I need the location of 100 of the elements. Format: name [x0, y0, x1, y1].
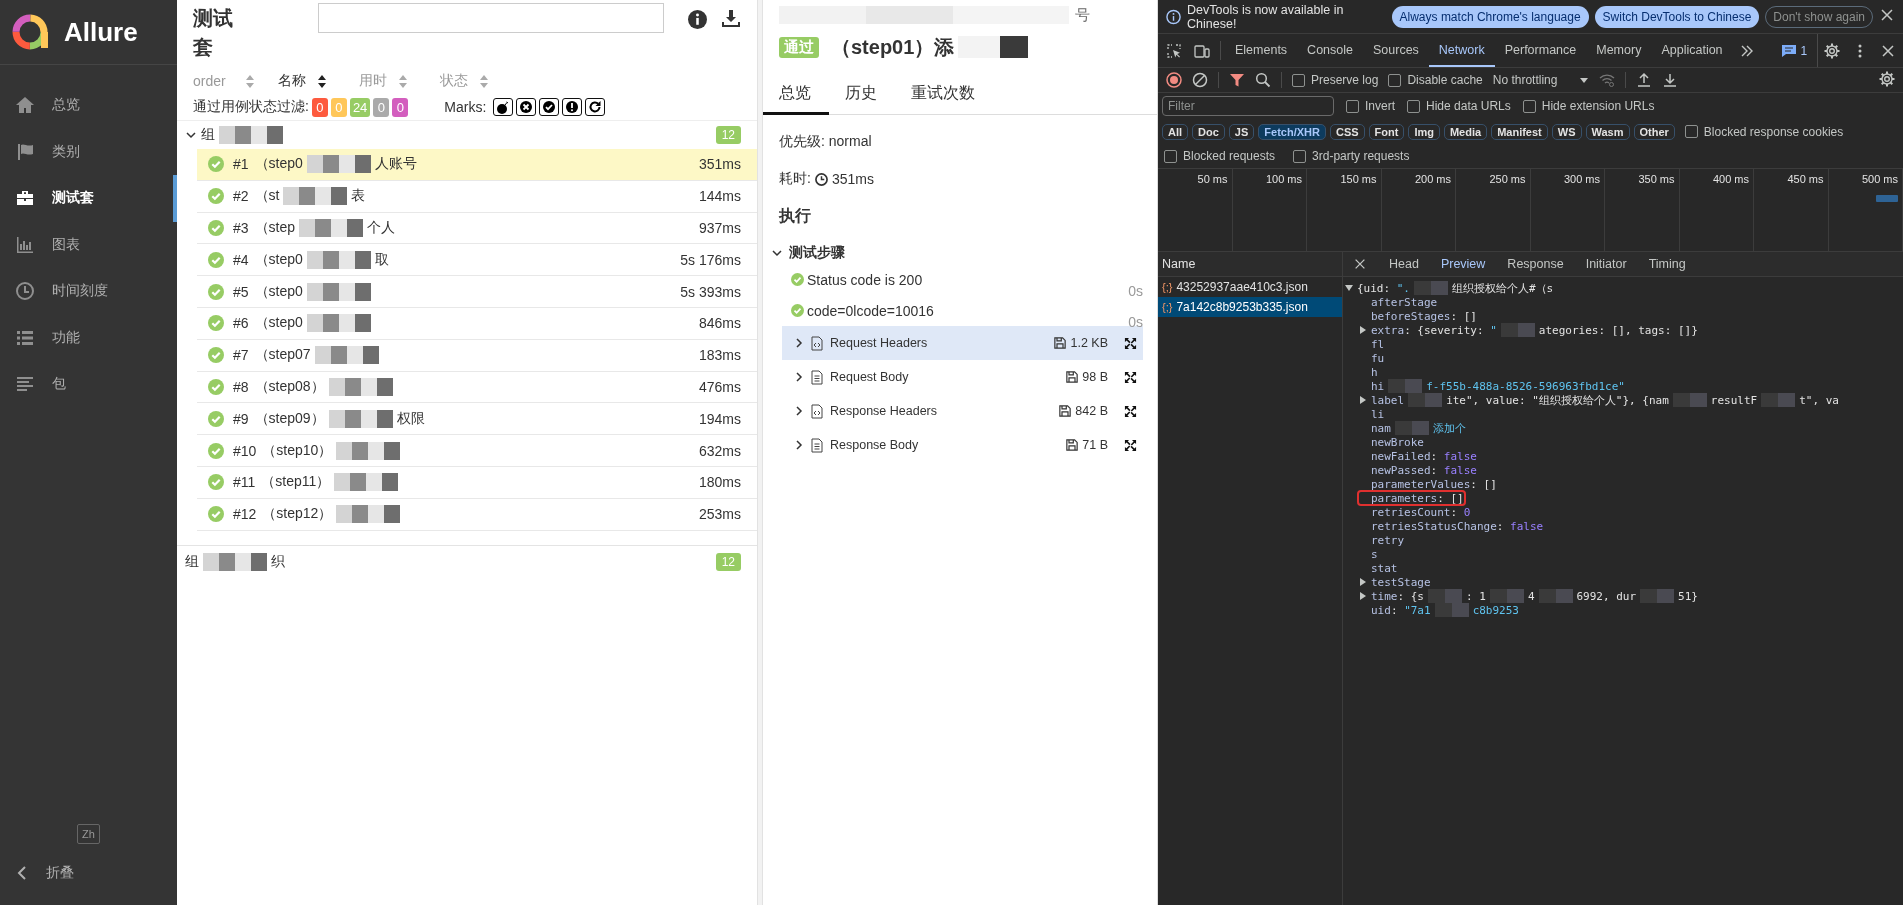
checkbox-option[interactable]: Disable cache: [1388, 73, 1483, 87]
settings-icon[interactable]: [1824, 42, 1841, 59]
request-row[interactable]: {;} 7a142c8b9253b335.json: [1158, 297, 1342, 317]
checkbox-option[interactable]: Hide data URLs: [1407, 99, 1511, 113]
devtools-tab[interactable]: Console: [1297, 34, 1363, 67]
clear-icon[interactable]: [1192, 72, 1208, 88]
type-filter-chip[interactable]: Fetch/XHR: [1258, 123, 1326, 140]
sort-icon[interactable]: [318, 74, 326, 88]
type-filter-chip[interactable]: Media: [1443, 123, 1488, 140]
nav-item[interactable]: 图表: [0, 221, 177, 268]
checkbox-option[interactable]: Preserve log: [1292, 73, 1379, 87]
download-icon[interactable]: [721, 10, 741, 28]
info-icon[interactable]: [688, 10, 707, 29]
attachment-row[interactable]: Response Body 71 B: [782, 428, 1143, 462]
detail-tab[interactable]: Initiator: [1585, 257, 1627, 271]
expanded-triangle-icon[interactable]: [1345, 284, 1353, 292]
mark-filter-button[interactable]: [516, 98, 537, 116]
suite-group-row[interactable]: 组 织 12: [177, 544, 757, 578]
checkbox-option[interactable]: Hide extension URLs: [1522, 99, 1655, 113]
tab[interactable]: 历史: [829, 74, 895, 115]
type-filter-chip[interactable]: Other: [1633, 123, 1675, 140]
nav-item[interactable]: 测试套: [0, 175, 177, 222]
test-row[interactable]: #6 （step0 846ms: [197, 308, 757, 340]
banner-button[interactable]: Always match Chrome's language: [1391, 5, 1589, 28]
throttling-dropdown[interactable]: No throttling: [1492, 73, 1590, 87]
type-filter-chip[interactable]: WS: [1551, 123, 1582, 140]
mark-filter-button[interactable]: [539, 98, 560, 116]
attachment-row[interactable]: Request Body 98 B: [782, 360, 1143, 394]
type-filter-chip[interactable]: Img: [1408, 123, 1440, 140]
detail-tab[interactable]: Preview: [1440, 257, 1486, 271]
devtools-tab[interactable]: Sources: [1363, 34, 1429, 67]
type-filter-chip[interactable]: Doc: [1192, 123, 1225, 140]
filter-field[interactable]: Filter: [1162, 96, 1334, 116]
test-row[interactable]: #9 （step09） 权限 194ms: [197, 403, 757, 436]
detail-tab[interactable]: Response: [1507, 257, 1564, 271]
network-conditions-icon[interactable]: [1599, 72, 1616, 88]
devtools-tab[interactable]: Performance: [1494, 34, 1587, 67]
collapse-button[interactable]: 折叠: [0, 855, 177, 891]
detail-tab[interactable]: Timing: [1648, 257, 1686, 271]
request-row[interactable]: {;} 43252937aae410c3.json: [1158, 277, 1342, 297]
close-icon[interactable]: [1879, 7, 1895, 23]
type-filter-chip[interactable]: Wasm: [1585, 123, 1630, 140]
test-row[interactable]: #5 （step0 5s 393ms: [197, 276, 757, 308]
test-row[interactable]: #4 （step0 取 5s 176ms: [197, 244, 757, 277]
type-filter-chip[interactable]: JS: [1228, 123, 1255, 140]
detail-tab[interactable]: Head: [1389, 257, 1419, 271]
devtools-tab[interactable]: Application: [1651, 34, 1733, 67]
checkbox-option[interactable]: Invert: [1346, 99, 1395, 113]
test-row[interactable]: #8 （step08） 476ms: [197, 371, 757, 404]
search-field[interactable]: [317, 3, 664, 33]
type-filter-chip[interactable]: Manifest: [1491, 123, 1548, 140]
type-filter-chip[interactable]: All: [1162, 123, 1189, 140]
test-row[interactable]: #7 （step07 183ms: [197, 339, 757, 372]
steps-toggle[interactable]: 测试步骤: [763, 242, 1157, 264]
expand-icon[interactable]: [1124, 370, 1137, 384]
mark-filter-button[interactable]: [493, 98, 514, 116]
nav-item[interactable]: 类别: [0, 128, 177, 175]
mark-filter-button[interactable]: [585, 98, 606, 116]
checkbox-option[interactable]: 3rd-party requests: [1293, 149, 1410, 163]
attachment-row[interactable]: Response Headers 842 B: [782, 394, 1143, 428]
sort-column[interactable]: 名称: [278, 72, 306, 90]
mark-filter-button[interactable]: [562, 98, 583, 116]
collapsed-triangle-icon[interactable]: [1359, 326, 1367, 334]
nav-item[interactable]: 时间刻度: [0, 268, 177, 315]
collapsed-triangle-icon[interactable]: [1359, 396, 1367, 404]
download-icon[interactable]: [1662, 72, 1679, 88]
expand-icon[interactable]: [1124, 336, 1137, 350]
search-icon[interactable]: [1255, 72, 1271, 88]
checkbox-option[interactable]: Blocked requests: [1164, 149, 1276, 163]
close-icon[interactable]: [1880, 42, 1897, 59]
collapsed-triangle-icon[interactable]: [1359, 592, 1367, 600]
device-toolbar-icon[interactable]: [1194, 42, 1210, 59]
devtools-tab[interactable]: Memory: [1586, 34, 1652, 67]
type-filter-chip[interactable]: Font: [1368, 123, 1405, 140]
tab[interactable]: 总览: [763, 74, 829, 115]
issues-button[interactable]: 1: [1770, 34, 1819, 67]
filter-icon[interactable]: [1229, 72, 1245, 88]
type-filter-chip[interactable]: CSS: [1329, 123, 1365, 140]
upload-icon[interactable]: [1636, 72, 1653, 88]
inspect-icon[interactable]: [1166, 42, 1182, 59]
devtools-tab[interactable]: Elements: [1225, 34, 1298, 67]
expand-icon[interactable]: [1124, 404, 1137, 418]
tab[interactable]: 重试次数: [895, 74, 993, 115]
nav-item[interactable]: 功能: [0, 314, 177, 361]
test-row[interactable]: #11 （step11） 180ms: [197, 466, 757, 499]
attachment-row[interactable]: Request Headers 1.2 KB: [782, 326, 1143, 360]
checkbox-option[interactable]: Blocked response cookies: [1684, 124, 1844, 139]
banner-button[interactable]: Switch DevTools to Chinese: [1594, 5, 1760, 28]
collapsed-triangle-icon[interactable]: [1359, 578, 1367, 586]
test-row[interactable]: #3 （step 个人 937ms: [197, 212, 757, 245]
language-button[interactable]: Zh: [77, 824, 100, 844]
test-row[interactable]: #2 （st 表 144ms: [197, 180, 757, 213]
nav-item[interactable]: 包: [0, 361, 177, 408]
expand-icon[interactable]: [1124, 438, 1137, 452]
record-icon[interactable]: [1166, 72, 1182, 88]
nav-item[interactable]: 总览: [0, 82, 177, 129]
devtools-tab[interactable]: Network: [1428, 34, 1495, 67]
settings-icon[interactable]: [1879, 70, 1895, 87]
test-row[interactable]: #10 （step10） 632ms: [197, 435, 757, 467]
close-icon[interactable]: [1353, 257, 1367, 271]
